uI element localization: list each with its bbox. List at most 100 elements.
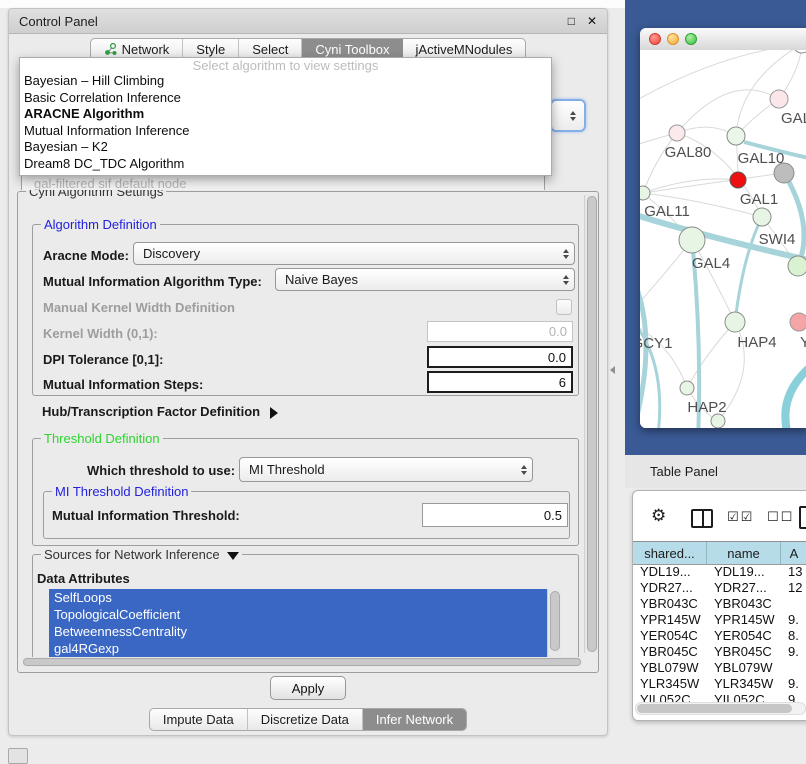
- apply-button-label: Apply: [292, 681, 325, 696]
- table-row[interactable]: YER054C YER054C 8.: [633, 627, 806, 643]
- mi-steps-value: 6: [559, 375, 566, 390]
- cell-shared-name: YDR27...: [633, 580, 707, 595]
- manual-kernel-checkbox[interactable]: [556, 299, 572, 315]
- close-traffic-light-icon[interactable]: [649, 33, 661, 45]
- hub-definition-toggle[interactable]: Hub/Transcription Factor Definition: [42, 404, 278, 419]
- attribute-item-betweennesscentrality[interactable]: BetweennessCentrality: [49, 623, 561, 640]
- table-header-row: shared... name A: [633, 541, 806, 565]
- network-labels: GAL8GAL80GAL10GAL1GAL11SWI4GAL4GCY1HAP4Y…: [640, 50, 806, 428]
- tab-discretize-data[interactable]: Discretize Data: [248, 709, 363, 730]
- minimize-traffic-light-icon[interactable]: [667, 33, 679, 45]
- apply-button[interactable]: Apply: [270, 676, 346, 700]
- network-view-window: GAL8GAL80GAL10GAL1GAL11SWI4GAL4GCY1HAP4Y…: [640, 28, 806, 428]
- deselect-all-checkboxes-icon[interactable]: ☐☐: [767, 509, 794, 525]
- export-table-icon[interactable]: [799, 506, 806, 529]
- dpi-tolerance-value: 0.0: [548, 350, 566, 365]
- close-window-icon[interactable]: ✕: [587, 15, 597, 27]
- select-all-checkboxes-icon[interactable]: ☑☑: [727, 509, 754, 525]
- columns-icon[interactable]: [691, 509, 713, 528]
- cell-shared-name: YPR145W: [633, 612, 707, 627]
- tab-select-label: Select: [252, 42, 288, 57]
- node-label-hap4: HAP4: [737, 334, 776, 351]
- tab-impute-data[interactable]: Impute Data: [150, 709, 248, 730]
- kernel-width-field[interactable]: 0.0: [427, 321, 573, 342]
- cell-name: YDL19...: [707, 564, 781, 579]
- sources-title-text: Sources for Network Inference: [44, 547, 220, 562]
- dpi-tolerance-field[interactable]: 0.0: [427, 346, 573, 368]
- column-header-clipped[interactable]: A: [781, 542, 806, 564]
- dropdown-item-aracne[interactable]: ARACNE Algorithm: [20, 106, 551, 123]
- table-body: YDL19... YDL19... 13 YDR27... YDR27... 1…: [633, 563, 806, 709]
- attribute-item-topologicalcoefficient[interactable]: TopologicalCoefficient: [49, 606, 561, 623]
- mi-threshold-field[interactable]: 0.5: [422, 503, 568, 527]
- attribute-item-selfloops[interactable]: SelfLoops: [49, 589, 561, 606]
- algorithm-dropdown-popup: Select algorithm to view settings Bayesi…: [19, 57, 552, 176]
- cell-name: YBR045C: [707, 644, 781, 659]
- tab-network-label: Network: [122, 42, 170, 57]
- table-row[interactable]: YLR345W YLR345W 9.: [633, 675, 806, 691]
- algorithm-definition-title: Algorithm Definition: [41, 217, 160, 232]
- cell-shared-name: YLR345W: [633, 676, 707, 691]
- table-panel-title: Table Panel: [625, 464, 718, 479]
- table-row[interactable]: YBR043C YBR043C: [633, 595, 806, 611]
- which-threshold-combo[interactable]: MI Threshold: [239, 457, 533, 482]
- mi-type-value: Naive Bayes: [285, 272, 358, 287]
- cell-name: YER054C: [707, 628, 781, 643]
- cell-shared-name: YBR043C: [633, 596, 707, 611]
- threshold-definition-group: Threshold Definition Which threshold to …: [32, 438, 579, 546]
- gear-icon[interactable]: ⚙: [651, 507, 666, 524]
- table-row[interactable]: YDL19... YDL19... 13: [633, 563, 806, 579]
- mi-type-combo[interactable]: Naive Bayes: [275, 268, 575, 291]
- node-label-y: Y: [800, 334, 806, 351]
- node-label-gal1: GAL1: [740, 191, 778, 208]
- stepper-arrows-icon: [570, 111, 576, 121]
- aracne-mode-label: Aracne Mode:: [43, 248, 129, 263]
- mi-threshold-value: 0.5: [544, 508, 562, 523]
- aracne-mode-combo[interactable]: Discovery: [133, 242, 575, 265]
- table-row[interactable]: YPR145W YPR145W 9.: [633, 611, 806, 627]
- mi-threshold-label: Mutual Information Threshold:: [52, 508, 240, 523]
- cell-shared-name: YBL079W: [633, 660, 707, 675]
- mi-type-label: Mutual Information Algorithm Type:: [43, 274, 262, 289]
- attribute-item-gal4rgexp[interactable]: gal4RGexp: [49, 640, 561, 657]
- cell-name: YBR043C: [707, 596, 781, 611]
- algorithm-combo-focus-ring[interactable]: [550, 99, 586, 132]
- dropdown-item-bayesian-k2[interactable]: Bayesian – K2: [20, 139, 551, 156]
- cell-value: 13: [781, 564, 806, 579]
- column-header-name[interactable]: name: [707, 542, 781, 564]
- dropdown-item-dream8[interactable]: Dream8 DC_TDC Algorithm: [20, 156, 551, 173]
- control-panel-window: Control Panel □ ✕ Network: [8, 8, 608, 736]
- dropdown-item-mutual-information[interactable]: Mutual Information Inference: [20, 123, 551, 140]
- dropdown-item-bayesian-hill-climbing[interactable]: Bayesian – Hill Climbing: [20, 73, 551, 90]
- table-row[interactable]: YBL079W YBL079W: [633, 659, 806, 675]
- mi-steps-field[interactable]: 6: [427, 371, 573, 393]
- table-row[interactable]: YBR045C YBR045C 9.: [633, 643, 806, 659]
- network-canvas-container[interactable]: GAL8GAL80GAL10GAL1GAL11SWI4GAL4GCY1HAP4Y…: [640, 50, 806, 428]
- float-window-icon[interactable]: □: [568, 15, 575, 27]
- cell-name: YBL079W: [707, 660, 781, 675]
- stepper-arrows-icon: [563, 275, 569, 285]
- settings-vertical-scrollbar[interactable]: [584, 195, 598, 653]
- table-row[interactable]: YDR27... YDR27... 12: [633, 579, 806, 595]
- sources-group-title[interactable]: Sources for Network Inference: [41, 547, 242, 562]
- tab-infer-network[interactable]: Infer Network: [363, 709, 466, 730]
- mi-threshold-definition-group: MI Threshold Definition Mutual Informati…: [43, 491, 570, 539]
- algorithm-definition-group: Algorithm Definition Aracne Mode: Discov…: [32, 224, 579, 396]
- column-header-shared[interactable]: shared...: [633, 542, 707, 564]
- settings-horizontal-scrollbar[interactable]: [22, 657, 582, 667]
- aracne-mode-value: Discovery: [143, 246, 200, 261]
- attributes-list-scrollbar[interactable]: [547, 589, 561, 665]
- zoom-traffic-light-icon[interactable]: [685, 33, 697, 45]
- cell-shared-name: YDL19...: [633, 564, 707, 579]
- kernel-width-value: 0.0: [549, 324, 567, 339]
- node-label-swi4: SWI4: [759, 231, 796, 248]
- table-panel-bar: Table Panel: [625, 455, 806, 488]
- table-horizontal-scrollbar[interactable]: [635, 702, 806, 715]
- node-label-gal11: GAL11: [644, 203, 690, 220]
- dpi-tolerance-label: DPI Tolerance [0,1]:: [43, 352, 163, 367]
- cell-value: 12: [781, 580, 806, 595]
- dropdown-item-basic-correlation[interactable]: Basic Correlation Inference: [20, 90, 551, 107]
- mi-threshold-definition-title: MI Threshold Definition: [52, 484, 191, 499]
- panel-collapse-arrow-icon[interactable]: [610, 366, 615, 374]
- cell-shared-name: YER054C: [633, 628, 707, 643]
